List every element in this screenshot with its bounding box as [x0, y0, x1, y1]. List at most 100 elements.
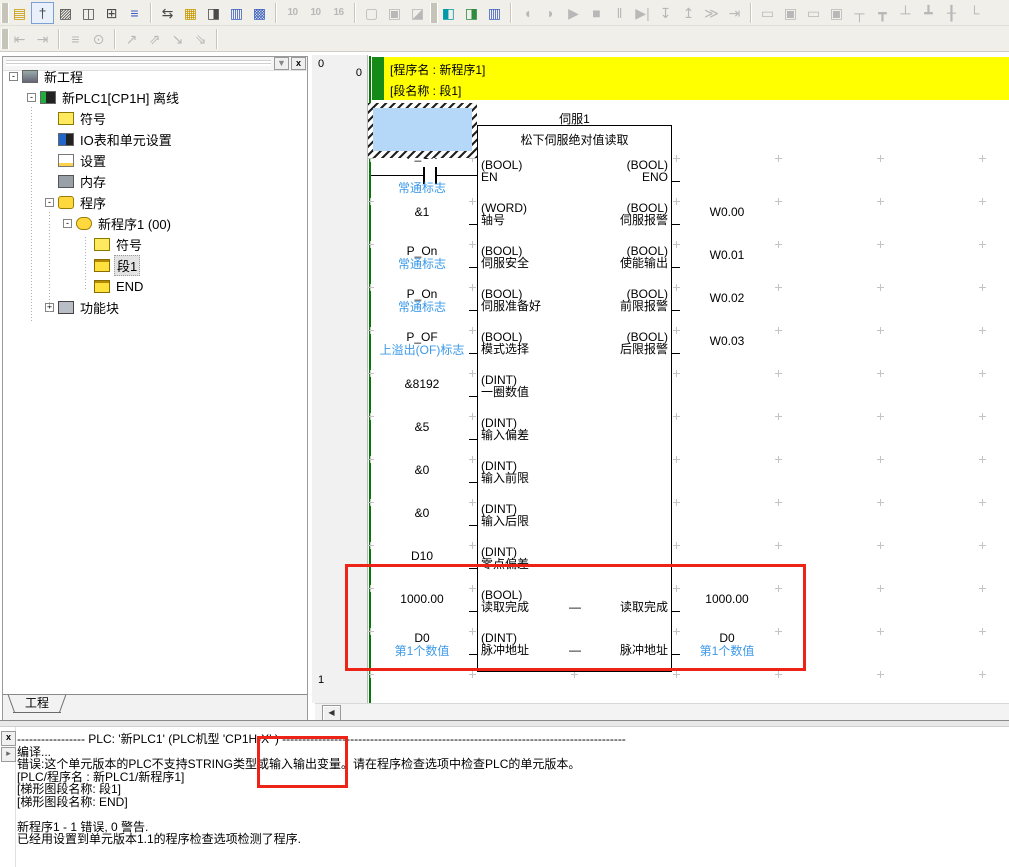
close-output-button[interactable]: x: [1, 731, 16, 746]
tree-item-段1[interactable]: 段1: [81, 256, 140, 274]
dock-dropdown-button[interactable]: ▼: [274, 57, 289, 70]
fb-input-name[interactable]: 轴号: [481, 214, 505, 227]
fb-output-operand[interactable]: W0.02: [677, 292, 777, 305]
collapse-icon[interactable]: -: [9, 72, 18, 81]
new-closed-contact-icon[interactable]: ▣: [779, 2, 802, 24]
online-edit-icon[interactable]: ▥: [483, 2, 506, 24]
new-closed-coil-icon[interactable]: ┻: [917, 2, 940, 24]
compare-percent-icon[interactable]: ⇗: [143, 28, 166, 50]
fb-output-operand[interactable]: W0.03: [677, 335, 777, 348]
fb-input-name[interactable]: 输入后限: [481, 515, 529, 528]
new-horizontal-icon[interactable]: ┳: [871, 2, 894, 24]
stop-icon[interactable]: ■: [585, 2, 608, 24]
fb-input-operand[interactable]: &0: [372, 464, 472, 477]
fb-input-operand[interactable]: &1: [372, 206, 472, 219]
compile-icon[interactable]: †: [31, 2, 54, 24]
output-line: 新程序1 - 1 错误, 0 警告.: [17, 821, 1005, 833]
fb-output-name[interactable]: 伺服报警: [520, 214, 668, 227]
skip-to-end-icon[interactable]: ⇥: [723, 2, 746, 24]
fb-input-name[interactable]: 输入前限: [481, 472, 529, 485]
compare-percent-2-icon[interactable]: ↘: [166, 28, 189, 50]
fb-output-name[interactable]: ENO: [520, 171, 668, 184]
signed-decimal-display-icon[interactable]: 10: [304, 2, 327, 24]
step-to-end-icon[interactable]: ▶|: [631, 2, 654, 24]
fb-output-name[interactable]: 使能输出: [520, 257, 668, 270]
new-or-contact-icon[interactable]: ▭: [802, 2, 825, 24]
view-mnemonics-icon[interactable]: ▨: [54, 2, 77, 24]
output-scroll-button[interactable]: ▸: [1, 747, 16, 762]
resume-monitor-hand-icon[interactable]: ◗: [539, 2, 562, 24]
collapse-icon[interactable]: -: [45, 198, 54, 207]
fb-input-name[interactable]: EN: [481, 171, 498, 184]
tree-item-符号[interactable]: 符号: [81, 235, 144, 253]
show-rung-comments-icon[interactable]: ≡: [64, 28, 87, 50]
fb-output-operand[interactable]: W0.01: [677, 249, 777, 262]
panel-splitter[interactable]: [0, 720, 1009, 727]
io-table-icon: [58, 133, 74, 146]
watch-window-icon[interactable]: ◨: [202, 2, 225, 24]
fb-input-operand[interactable]: D10: [372, 550, 472, 563]
tree-item-END[interactable]: END: [81, 277, 145, 295]
new-coil-icon[interactable]: ┴: [894, 2, 917, 24]
decimal-display-icon[interactable]: 10: [281, 2, 304, 24]
tab-project[interactable]: 工程: [13, 695, 61, 713]
fb-output-name[interactable]: 前限报警: [520, 300, 668, 313]
collapse-icon[interactable]: -: [63, 219, 72, 228]
close-workspace-button[interactable]: x: [291, 57, 306, 70]
tree-item-符号[interactable]: 符号: [45, 109, 108, 127]
tree-item-内存[interactable]: 内存: [45, 172, 108, 190]
work-online-icon[interactable]: ◧: [437, 2, 460, 24]
run-icon[interactable]: ▶: [562, 2, 585, 24]
hex-display-icon[interactable]: 16: [327, 2, 350, 24]
new-line-corner-icon[interactable]: └: [963, 2, 986, 24]
monitor-pause-icon[interactable]: ▣: [383, 2, 406, 24]
fb-input-name[interactable]: 输入偏差: [481, 429, 529, 442]
cross-reference-icon[interactable]: ⇆: [156, 2, 179, 24]
tree-item-设置[interactable]: 设置: [45, 151, 108, 169]
pause-monitor-hand-icon[interactable]: ◖: [516, 2, 539, 24]
tree-item-程序[interactable]: -程序: [45, 193, 108, 211]
selected-cell[interactable]: [368, 103, 477, 158]
fb-output-name[interactable]: 后限报警: [520, 343, 668, 356]
fast-forward-icon[interactable]: ≫: [700, 2, 723, 24]
view-symbols-window-icon[interactable]: ◫: [77, 2, 100, 24]
fb-input-operand[interactable]: &5: [372, 421, 472, 434]
new-contact-icon[interactable]: ▭: [756, 2, 779, 24]
step-out-icon[interactable]: ↥: [677, 2, 700, 24]
new-vertical-icon[interactable]: ┬: [848, 2, 871, 24]
new-or-closed-contact-icon[interactable]: ▣: [825, 2, 848, 24]
collapse-icon[interactable]: -: [27, 93, 36, 102]
ladder-horizontal-scrollbar[interactable]: ◀: [315, 703, 1009, 721]
cancel-edit-icon[interactable]: ⇘: [189, 28, 212, 50]
toolbar-grip[interactable]: [1, 3, 5, 23]
new-window-icon[interactable]: ⊞: [100, 2, 123, 24]
monitor-icon[interactable]: ▢: [360, 2, 383, 24]
toolbar-grip[interactable]: [430, 3, 434, 23]
binary-display-icon[interactable]: ▩: [248, 2, 271, 24]
grid-plus: [775, 413, 782, 420]
fb-input-name[interactable]: 一圈数值: [481, 386, 529, 399]
pause-icon[interactable]: ‖: [608, 2, 631, 24]
tree-item-新PLC1[CP1H] 离线[interactable]: -新PLC1[CP1H] 离线: [27, 88, 181, 106]
fb-input-operand[interactable]: &8192: [372, 378, 472, 391]
monitor-update-icon[interactable]: ◪: [406, 2, 429, 24]
properties-icon[interactable]: ≡: [123, 2, 146, 24]
show-diagram-window-icon[interactable]: ▤: [8, 2, 31, 24]
tree-item-IO表和单元设置[interactable]: IO表和单元设置: [45, 130, 174, 148]
tree-item-新工程[interactable]: -新工程: [9, 67, 85, 85]
symbol-table-icon[interactable]: ▦: [179, 2, 202, 24]
toolbar-grip[interactable]: [1, 29, 5, 49]
tree-item-功能块[interactable]: +功能块: [45, 298, 121, 316]
show-rung-annotations-icon[interactable]: ⊙: [87, 28, 110, 50]
transfer-settings-icon[interactable]: ◨: [460, 2, 483, 24]
step-into-icon[interactable]: ↧: [654, 2, 677, 24]
io-comment-icon[interactable]: ▥: [225, 2, 248, 24]
mark-edit-icon[interactable]: ↗: [120, 28, 143, 50]
fb-input-operand[interactable]: &0: [372, 507, 472, 520]
fb-instance-name[interactable]: 伺服1: [477, 110, 672, 127]
outdent-rung-icon[interactable]: ⇤: [8, 28, 31, 50]
fb-output-operand[interactable]: W0.00: [677, 206, 777, 219]
tree-item-新程序1 (00)[interactable]: -新程序1 (00): [63, 214, 173, 232]
indent-rung-icon[interactable]: ⇥: [31, 28, 54, 50]
new-instruction-icon[interactable]: ╂: [940, 2, 963, 24]
